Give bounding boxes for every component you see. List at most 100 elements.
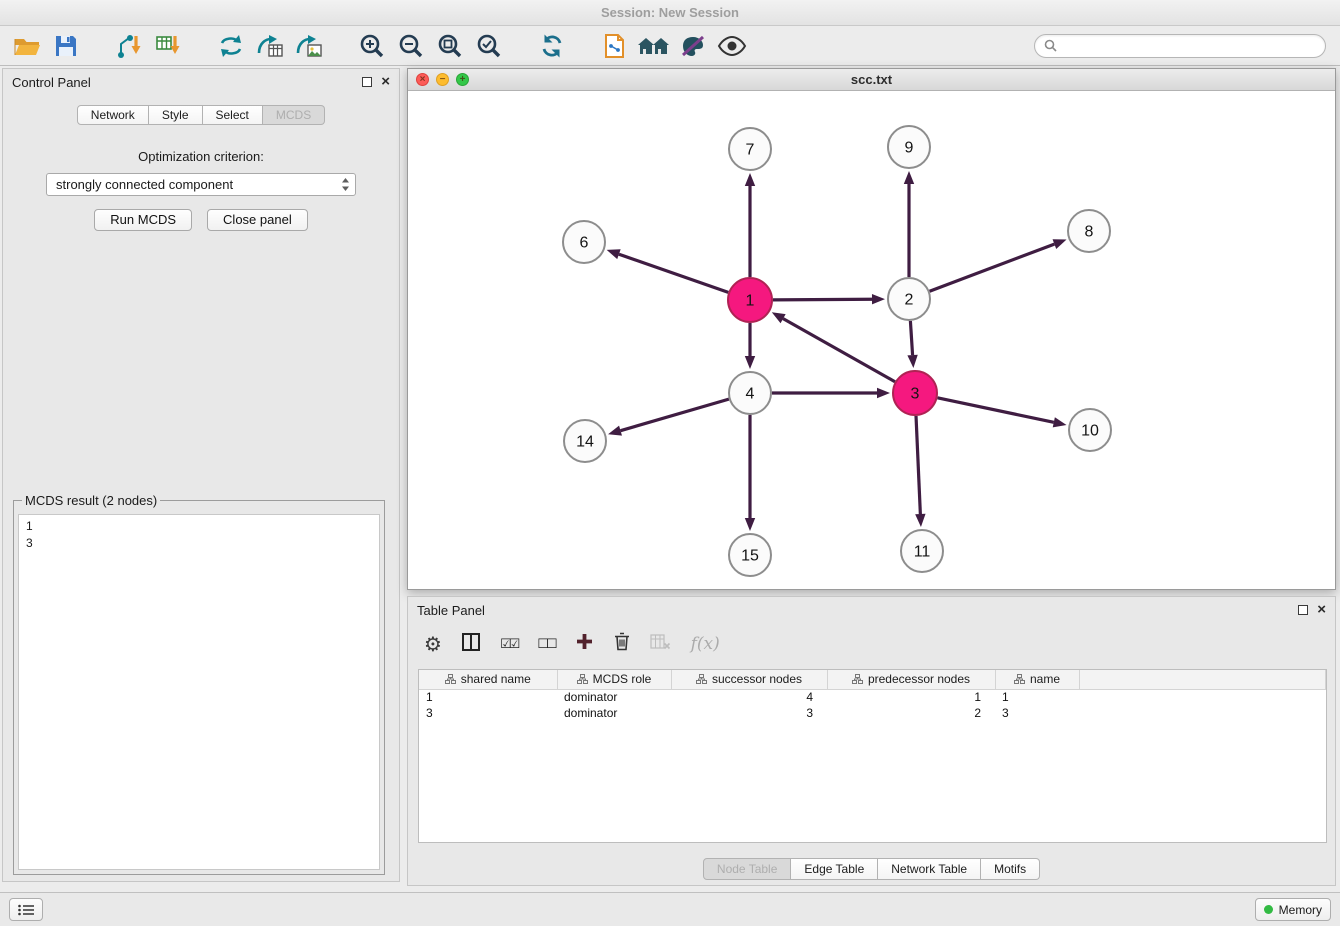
home-button[interactable] bbox=[637, 29, 671, 63]
graph-edge-1-2[interactable] bbox=[773, 299, 872, 300]
zoom-out-button[interactable] bbox=[394, 29, 428, 63]
zoom-selected-button[interactable] bbox=[472, 29, 506, 63]
tab-motifs[interactable]: Motifs bbox=[981, 858, 1040, 880]
graph-edge-arrowhead bbox=[608, 426, 622, 436]
refresh-layout-button[interactable] bbox=[535, 29, 569, 63]
close-panel-icon[interactable]: × bbox=[381, 77, 390, 87]
clone-network-button[interactable] bbox=[598, 29, 632, 63]
tab-edge-table[interactable]: Edge Table bbox=[791, 858, 878, 880]
main-area: Control Panel × Network Style Select MCD… bbox=[0, 66, 1340, 892]
network-graph[interactable]: 7968124314101511 bbox=[408, 91, 1335, 589]
status-bar: Memory bbox=[0, 892, 1340, 926]
tab-network[interactable]: Network bbox=[77, 105, 149, 125]
memory-label: Memory bbox=[1279, 903, 1322, 917]
cell-shared-name[interactable]: 3 bbox=[419, 705, 557, 721]
tab-style[interactable]: Style bbox=[149, 105, 203, 125]
column-header-shared-name[interactable]: shared name bbox=[419, 670, 557, 689]
cell-shared-name[interactable]: 1 bbox=[419, 689, 557, 705]
graph-edge-3-1[interactable] bbox=[783, 319, 895, 382]
column-header-name[interactable]: name bbox=[995, 670, 1079, 689]
import-table-button[interactable] bbox=[151, 29, 185, 63]
cell-successor-nodes[interactable]: 3 bbox=[671, 705, 827, 721]
export-table-button[interactable] bbox=[253, 29, 287, 63]
new-network-button[interactable] bbox=[214, 29, 248, 63]
graph-edge-arrowhead bbox=[877, 388, 890, 398]
save-session-button[interactable] bbox=[49, 29, 83, 63]
table-row[interactable]: 3 dominator 3 2 3 bbox=[419, 705, 1326, 721]
network-window-titlebar[interactable]: × − + scc.txt bbox=[408, 69, 1335, 91]
zoom-in-button[interactable] bbox=[355, 29, 389, 63]
cell-predecessor-nodes[interactable]: 1 bbox=[827, 689, 995, 705]
export-image-button[interactable] bbox=[292, 29, 326, 63]
tab-select[interactable]: Select bbox=[203, 105, 263, 125]
graph-node-label-9: 9 bbox=[905, 140, 914, 157]
tab-node-table[interactable]: Node Table bbox=[703, 858, 792, 880]
apply-style-button[interactable] bbox=[676, 29, 710, 63]
dropdown-stepper-icon bbox=[341, 177, 350, 192]
cell-name[interactable]: 1 bbox=[995, 689, 1079, 705]
close-panel-icon[interactable]: × bbox=[1317, 605, 1326, 615]
import-network-button[interactable] bbox=[112, 29, 146, 63]
graph-edge-arrowhead bbox=[745, 173, 755, 186]
control-panel-tabs: Network Style Select MCDS bbox=[3, 105, 399, 125]
close-panel-button[interactable]: Close panel bbox=[207, 209, 308, 231]
cell-name[interactable]: 3 bbox=[995, 705, 1079, 721]
search-input[interactable] bbox=[1063, 39, 1316, 53]
save-floppy-icon bbox=[54, 34, 78, 58]
graph-edge-2-8[interactable] bbox=[930, 244, 1055, 291]
function-builder-icon[interactable]: f(x) bbox=[691, 634, 720, 654]
table-settings-gear-icon[interactable]: ⚙ bbox=[424, 632, 442, 657]
export-image-icon bbox=[295, 34, 323, 58]
delete-table-icon[interactable] bbox=[650, 634, 671, 655]
column-header-filler bbox=[1079, 670, 1326, 689]
graph-node-label-6: 6 bbox=[580, 235, 589, 252]
cell-successor-nodes[interactable]: 4 bbox=[671, 689, 827, 705]
table-row[interactable]: 1 dominator 4 1 1 bbox=[419, 689, 1326, 705]
delete-column-icon[interactable] bbox=[614, 632, 630, 656]
column-header-successor-nodes[interactable]: successor nodes bbox=[671, 670, 827, 689]
table-toolbar: ⚙ ☑☑ ☐☐ f(x) bbox=[408, 623, 1335, 665]
cell-predecessor-nodes[interactable]: 2 bbox=[827, 705, 995, 721]
show-panels-button[interactable] bbox=[9, 898, 43, 921]
graph-edge-3-11[interactable] bbox=[916, 416, 920, 514]
graph-edge-2-3[interactable] bbox=[910, 321, 912, 355]
titlebar[interactable]: Session: New Session bbox=[0, 0, 1340, 26]
float-panel-icon[interactable] bbox=[362, 77, 372, 87]
optimization-criterion-dropdown[interactable]: strongly connected component bbox=[46, 173, 356, 196]
select-all-icon[interactable]: ☑☑ bbox=[500, 636, 517, 652]
column-visibility-icon[interactable] bbox=[462, 633, 480, 656]
deselect-all-icon[interactable]: ☐☐ bbox=[537, 636, 554, 652]
mcds-result-list[interactable]: 1 3 bbox=[18, 514, 380, 870]
node-table: shared name MCDS role successor nodes pr… bbox=[418, 669, 1327, 843]
tab-mcds[interactable]: MCDS bbox=[263, 105, 325, 125]
float-panel-icon[interactable] bbox=[1298, 605, 1308, 615]
graph-edge-3-10[interactable] bbox=[938, 398, 1054, 423]
show-hide-button[interactable] bbox=[715, 29, 749, 63]
memory-button[interactable]: Memory bbox=[1255, 898, 1331, 921]
window-minimize-icon[interactable]: − bbox=[436, 73, 449, 86]
column-header-predecessor-nodes[interactable]: predecessor nodes bbox=[827, 670, 995, 689]
window-close-icon[interactable]: × bbox=[416, 73, 429, 86]
zoom-fit-icon bbox=[437, 33, 463, 59]
graph-edge-arrowhead bbox=[907, 355, 917, 368]
run-mcds-button[interactable]: Run MCDS bbox=[94, 209, 192, 231]
window-title: Session: New Session bbox=[601, 5, 739, 20]
window-zoom-icon[interactable]: + bbox=[456, 73, 469, 86]
table-panel: Table Panel × ⚙ ☑☑ ☐☐ bbox=[407, 596, 1336, 886]
search-field[interactable] bbox=[1034, 34, 1326, 58]
add-column-icon[interactable] bbox=[575, 632, 594, 656]
cell-mcds-role[interactable]: dominator bbox=[557, 705, 671, 721]
document-share-icon bbox=[603, 33, 627, 59]
list-icon bbox=[18, 904, 34, 916]
graph-edge-1-6[interactable] bbox=[619, 254, 728, 292]
column-header-mcds-role[interactable]: MCDS role bbox=[557, 670, 671, 689]
houses-icon bbox=[638, 35, 670, 57]
cell-mcds-role[interactable]: dominator bbox=[557, 689, 671, 705]
graph-edge-arrowhead bbox=[904, 171, 914, 184]
tab-network-table[interactable]: Network Table bbox=[878, 858, 981, 880]
zoom-fit-button[interactable] bbox=[433, 29, 467, 63]
export-table-icon bbox=[256, 34, 284, 58]
graph-edge-arrowhead bbox=[745, 518, 755, 531]
open-session-button[interactable] bbox=[10, 29, 44, 63]
graph-edge-4-14[interactable] bbox=[621, 399, 729, 431]
